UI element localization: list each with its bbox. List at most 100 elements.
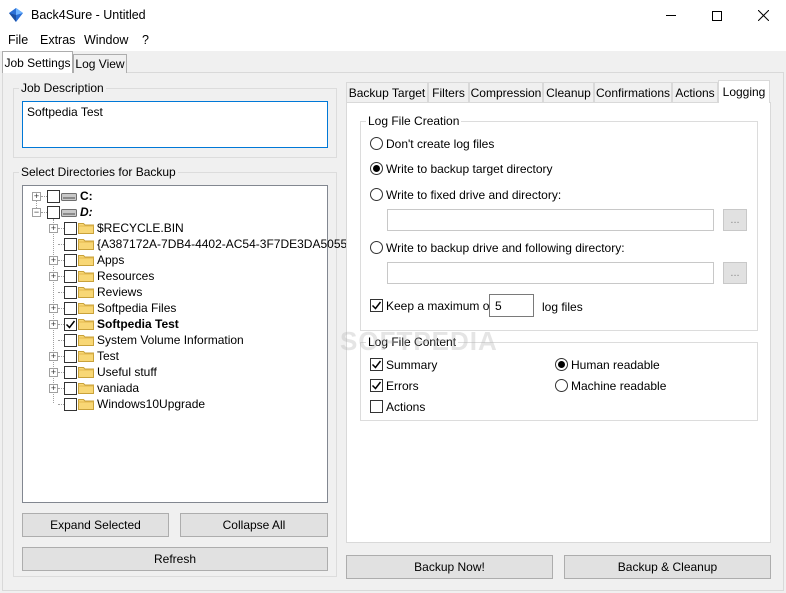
maximize-icon	[712, 10, 722, 21]
tab-actions[interactable]: Actions	[672, 82, 718, 102]
radio-selected-dot	[558, 361, 565, 368]
tree-folder-item[interactable]: + Test	[23, 348, 327, 364]
job-description-input[interactable]: Softpedia Test	[22, 101, 328, 148]
folder-checkbox[interactable]	[64, 398, 77, 411]
folder-icon	[78, 254, 94, 266]
expander-icon[interactable]: +	[49, 368, 58, 377]
menu-extras[interactable]: Extras	[40, 33, 75, 47]
tree-folder-item[interactable]: + vaniada	[23, 380, 327, 396]
tab-filters[interactable]: Filters	[428, 82, 469, 102]
folder-checkbox[interactable]	[64, 222, 77, 235]
folder-checkbox[interactable]	[64, 270, 77, 283]
summary-checkbox[interactable]	[370, 358, 383, 371]
folder-checkbox[interactable]	[64, 302, 77, 315]
radio-backup-drive-dir[interactable]	[370, 241, 383, 254]
expander-icon[interactable]: −	[32, 208, 41, 217]
backup-now-button[interactable]: Backup Now!	[346, 555, 553, 579]
window-title: Back4Sure - Untitled	[31, 8, 146, 22]
folder-checkbox[interactable]	[64, 382, 77, 395]
folder-checkbox[interactable]	[64, 334, 77, 347]
menu-help[interactable]: ?	[142, 33, 149, 47]
tab-logging[interactable]: Logging	[718, 80, 770, 103]
radio-backup-drive-dir-label: Write to backup drive and following dire…	[386, 241, 625, 255]
tree-drive-c[interactable]: + C:	[23, 188, 323, 204]
watermark: SOFTPEDIA	[340, 326, 498, 356]
fixed-dir-input[interactable]	[387, 209, 714, 231]
radio-fixed-dir-label: Write to fixed drive and directory:	[386, 188, 562, 202]
drive-icon	[61, 191, 77, 201]
tab-log-view[interactable]: Log View	[73, 54, 127, 73]
radio-machine-readable[interactable]	[555, 379, 568, 392]
expander-icon[interactable]: +	[49, 320, 58, 329]
folder-icon	[78, 366, 94, 378]
folder-checkbox[interactable]	[64, 254, 77, 267]
directory-tree[interactable]: + C: − D: + $RECYCLE.BIN {A387172A-7DB4-4402-A…	[22, 185, 351, 503]
actions-label: Actions	[386, 400, 426, 414]
keep-max-checkbox[interactable]	[370, 299, 383, 312]
menu-file[interactable]: File	[8, 33, 28, 47]
radio-fixed-dir[interactable]	[370, 188, 383, 201]
expander-icon[interactable]: +	[49, 224, 58, 233]
tree-drive-d[interactable]: − D:	[23, 204, 323, 220]
refresh-button[interactable]: Refresh	[22, 547, 328, 571]
folder-icon	[78, 286, 94, 298]
tab-job-settings[interactable]: Job Settings	[2, 51, 73, 73]
tree-folder-item[interactable]: Reviews	[23, 284, 327, 300]
tree-folder-item[interactable]: Windows10Upgrade	[23, 396, 327, 412]
backup-drive-dir-browse-button[interactable]: ...	[723, 262, 747, 284]
drive-label: C:	[80, 189, 93, 203]
directories-legend: Select Directories for Backup	[19, 165, 178, 179]
radio-target-dir-label: Write to backup target directory	[386, 162, 553, 176]
expander-icon[interactable]: +	[49, 272, 58, 281]
tree-folder-item[interactable]: {A387172A-7DB4-4402-AC54-3F7DE3DA5055}	[23, 236, 351, 252]
tab-backup-target[interactable]: Backup Target	[346, 82, 428, 102]
tree-folder-item[interactable]: + Useful stuff	[23, 364, 327, 380]
expander-icon[interactable]: +	[49, 352, 58, 361]
drive-checkbox[interactable]	[47, 190, 60, 203]
tree-folder-item[interactable]: + $RECYCLE.BIN	[23, 220, 327, 236]
app-icon	[9, 8, 23, 22]
actions-checkbox[interactable]	[370, 400, 383, 413]
folder-icon	[78, 350, 94, 362]
checkmark-icon	[371, 301, 382, 310]
tab-confirmations[interactable]: Confirmations	[594, 82, 672, 102]
fixed-dir-browse-button[interactable]: ...	[723, 209, 747, 231]
tree-folder-item[interactable]: + Softpedia Files	[23, 300, 327, 316]
backup-drive-dir-input[interactable]	[387, 262, 714, 284]
folder-checkbox[interactable]	[64, 366, 77, 379]
minimize-button[interactable]	[648, 0, 694, 31]
keep-max-suffix: log files	[542, 300, 583, 314]
expander-icon[interactable]: +	[32, 192, 41, 201]
collapse-all-button[interactable]: Collapse All	[180, 513, 328, 537]
tab-cleanup[interactable]: Cleanup	[543, 82, 594, 102]
folder-checkbox[interactable]	[64, 286, 77, 299]
expander-icon[interactable]: +	[49, 384, 58, 393]
folder-icon	[78, 222, 94, 234]
backup-cleanup-button[interactable]: Backup & Cleanup	[564, 555, 771, 579]
expander-icon[interactable]: +	[49, 256, 58, 265]
folder-icon	[78, 270, 94, 282]
close-button[interactable]	[740, 0, 786, 31]
radio-human-readable[interactable]	[555, 358, 568, 371]
checkmark-icon	[65, 320, 76, 329]
radio-target-dir[interactable]	[370, 162, 383, 175]
errors-checkbox[interactable]	[370, 379, 383, 392]
tree-folder-item[interactable]: System Volume Information	[23, 332, 327, 348]
folder-checkbox[interactable]	[64, 318, 77, 331]
expand-selected-button[interactable]: Expand Selected	[22, 513, 169, 537]
expander-icon[interactable]: +	[49, 304, 58, 313]
tree-folder-item[interactable]: + Resources	[23, 268, 327, 284]
keep-max-input[interactable]: 5	[489, 294, 534, 317]
folder-checkbox[interactable]	[64, 350, 77, 363]
folder-icon	[78, 318, 94, 330]
drive-icon	[61, 207, 77, 217]
maximize-button[interactable]	[694, 0, 740, 31]
menu-window[interactable]: Window	[84, 33, 128, 47]
folder-checkbox[interactable]	[64, 238, 77, 251]
tab-compression[interactable]: Compression	[469, 82, 543, 102]
drive-checkbox[interactable]	[47, 206, 60, 219]
tree-folder-item[interactable]: + Apps	[23, 252, 327, 268]
radio-no-log[interactable]	[370, 137, 383, 150]
tree-folder-item[interactable]: + Softpedia Test	[23, 316, 327, 332]
folder-label: vaniada	[97, 381, 140, 395]
